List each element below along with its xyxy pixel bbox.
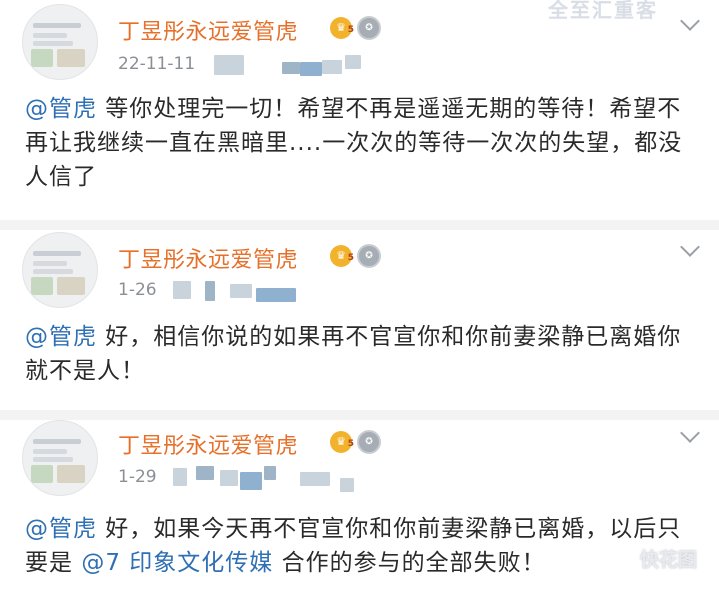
comment-text: @管虎 等你处理完一切！希望不再是遥遥无期的等待！希望不再让我继续一直在黑暗里.… <box>25 96 683 190</box>
comment-item: 丁昱彤永远爱管虎 ♛ 5 ✪ 22-11-11 @管虎 等你处理完一切！希望不再是… <box>0 0 719 220</box>
crown-badge-icon: ♛ 5 <box>330 245 354 267</box>
mention-link[interactable]: @管虎 <box>25 516 97 542</box>
timestamp: 22-11-11 <box>118 54 196 74</box>
mention-link[interactable]: @7 印象文化传媒 <box>81 550 273 576</box>
chevron-down-icon[interactable] <box>680 423 700 443</box>
chevron-down-icon[interactable] <box>680 237 700 257</box>
crown-badge-icon: ♛ 5 <box>330 431 354 453</box>
mention-link[interactable]: @管虎 <box>25 96 97 122</box>
chevron-down-icon[interactable] <box>680 11 700 31</box>
comment-text: @管虎 好，如果今天再不官宣你和你前妻梁静已离婚，以后只要是 @7 印象文化传媒… <box>25 516 682 576</box>
medal-badge-icon: ✪ <box>357 16 381 40</box>
comment-item: 丁昱彤永远爱管虎 ♛ 5 ✪ 1-26 @管虎 好，相信你说的如果再不官宣你和你前… <box>0 230 719 410</box>
avatar[interactable] <box>22 4 98 80</box>
timestamp: 1-29 <box>118 467 157 487</box>
divider <box>0 220 719 230</box>
comment-item: 丁昱彤永远爱管虎 ♛ 5 ✪ 1-29 @管虎 好，如果今天再不官宣你和你前妻梁静… <box>0 420 719 590</box>
mention-link[interactable]: @管虎 <box>25 324 97 350</box>
username[interactable]: 丁昱彤永远爱管虎 <box>118 242 298 274</box>
avatar[interactable] <box>22 232 98 308</box>
medal-badge-icon: ✪ <box>357 244 381 268</box>
divider <box>0 410 719 420</box>
avatar[interactable] <box>22 420 98 496</box>
timestamp: 1-26 <box>118 280 157 300</box>
crown-badge-icon: ♛ 5 <box>330 17 354 39</box>
watermark-bottom: 快花图 <box>640 549 698 571</box>
username[interactable]: 丁昱彤永远爱管虎 <box>118 428 298 460</box>
medal-badge-icon: ✪ <box>357 430 381 454</box>
username[interactable]: 丁昱彤永远爱管虎 <box>118 14 298 46</box>
comment-text: @管虎 好，相信你说的如果再不官宣你和你前妻梁静已离婚你就不是人！ <box>25 324 682 384</box>
